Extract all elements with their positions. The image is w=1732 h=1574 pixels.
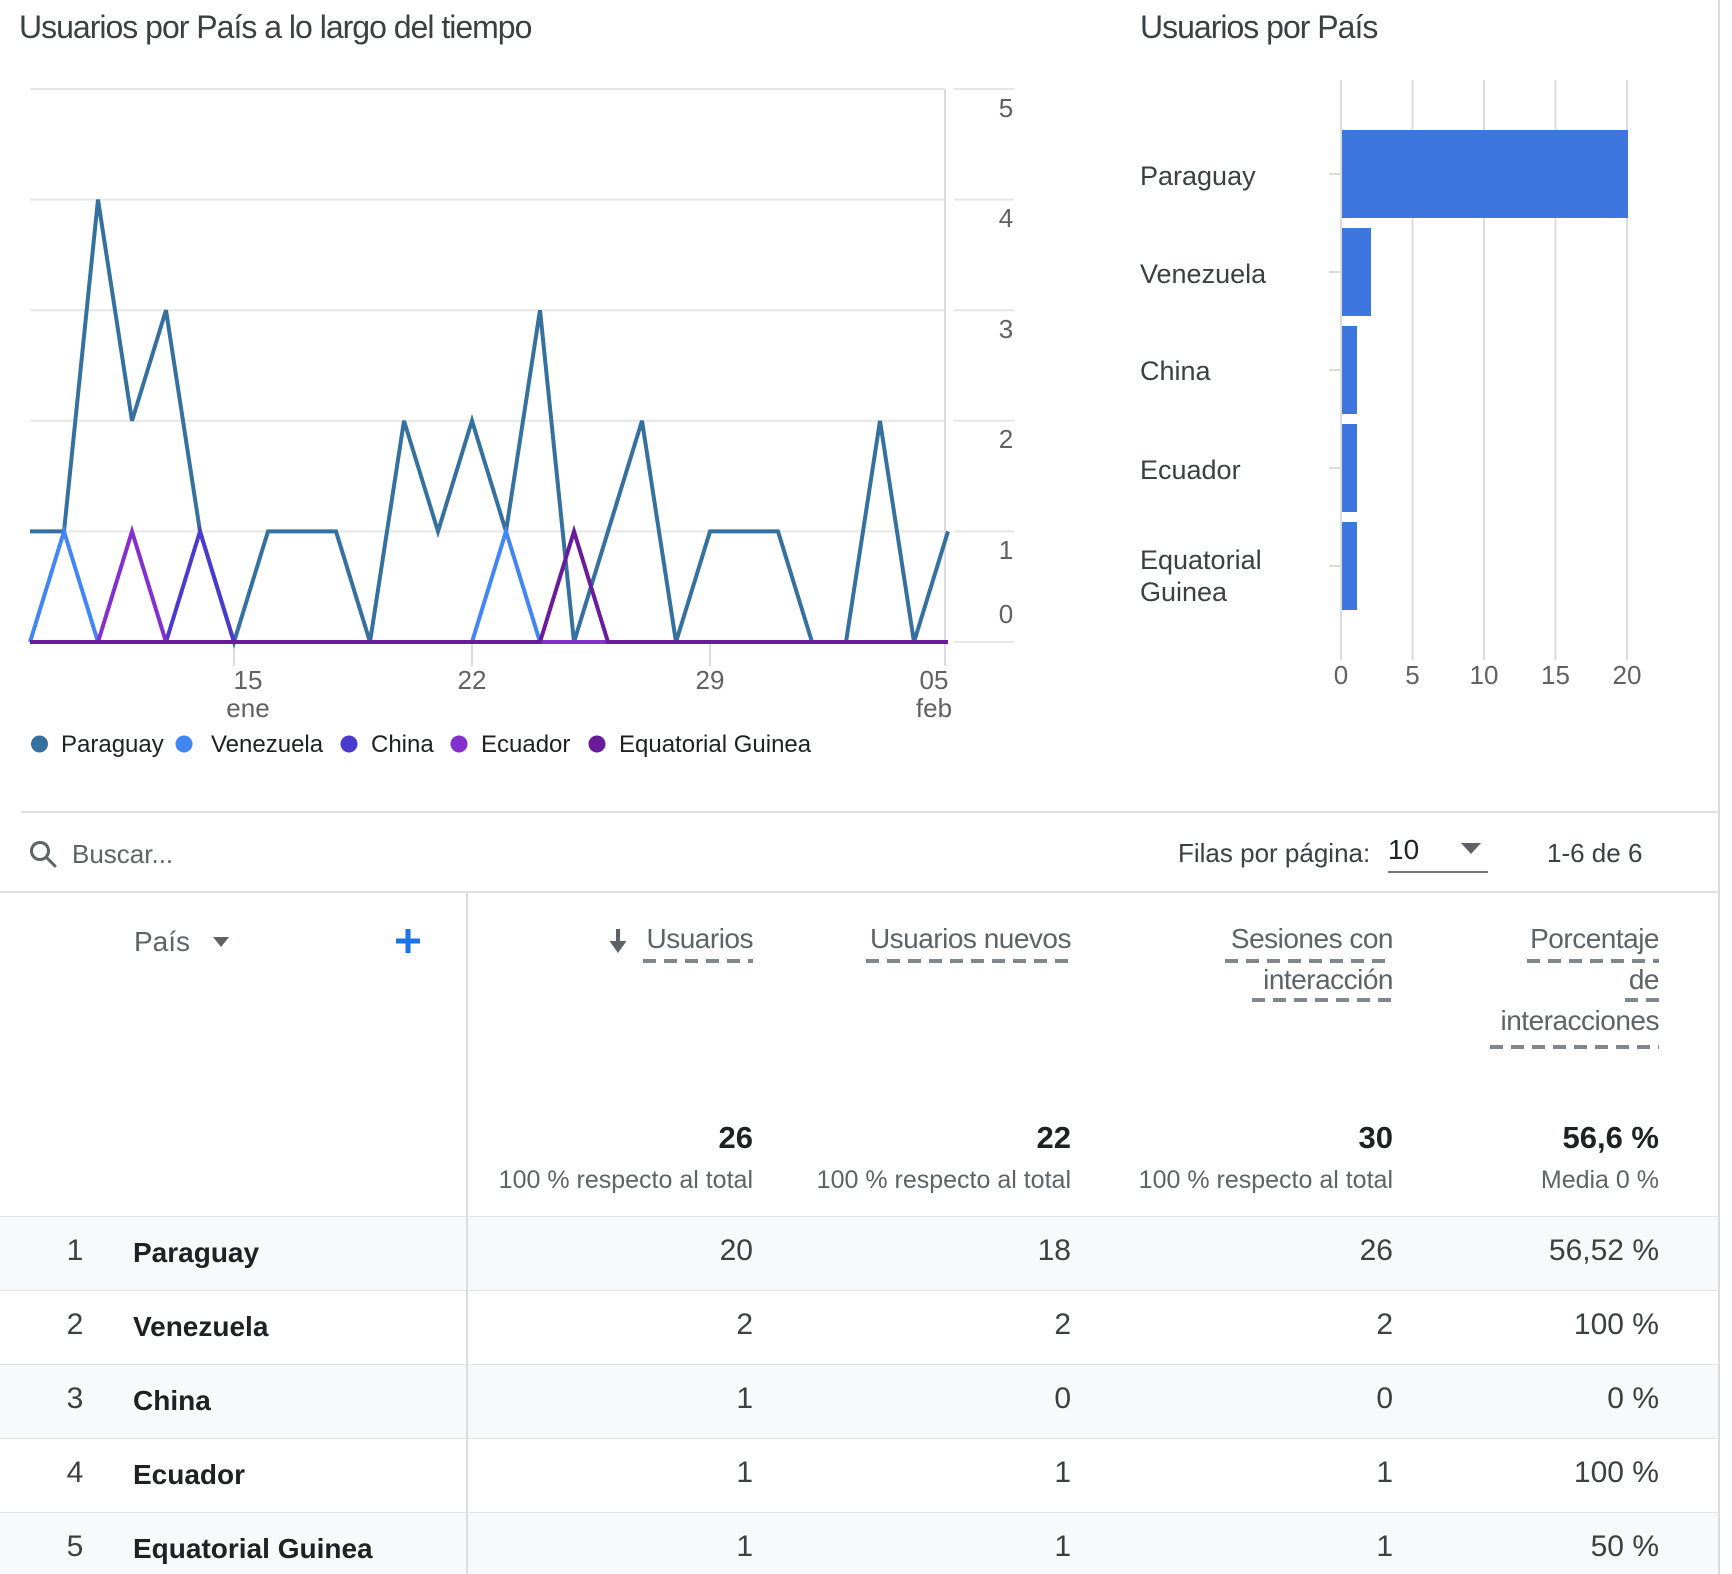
svg-text:Ecuador: Ecuador (481, 731, 570, 758)
svg-text:feb: feb (916, 693, 952, 720)
svg-text:0: 0 (1334, 660, 1348, 690)
svg-text:2: 2 (999, 424, 1013, 454)
svg-text:0: 0 (999, 599, 1013, 629)
svg-text:15: 15 (234, 665, 263, 695)
svg-text:29: 29 (696, 665, 725, 695)
svg-text:Ecuador: Ecuador (1140, 455, 1241, 485)
svg-text:05: 05 (920, 665, 949, 695)
svg-text:15: 15 (1541, 660, 1570, 690)
svg-text:ene: ene (226, 693, 269, 720)
svg-text:5: 5 (1405, 660, 1419, 690)
svg-text:22: 22 (458, 665, 487, 695)
svg-text:5: 5 (999, 93, 1013, 123)
svg-text:Paraguay: Paraguay (61, 731, 164, 758)
svg-text:10: 10 (1470, 660, 1499, 690)
svg-text:China: China (371, 731, 434, 758)
svg-text:20: 20 (1613, 660, 1642, 690)
svg-text:China: China (1140, 356, 1212, 386)
svg-text:Guinea: Guinea (1140, 577, 1228, 607)
svg-text:Paraguay: Paraguay (1140, 161, 1256, 191)
svg-text:Equatorial Guinea: Equatorial Guinea (619, 731, 812, 758)
svg-text:Venezuela: Venezuela (211, 731, 324, 758)
svg-text:Venezuela: Venezuela (1140, 259, 1267, 289)
svg-text:3: 3 (999, 314, 1013, 344)
svg-text:Equatorial: Equatorial (1140, 545, 1262, 575)
svg-text:4: 4 (999, 203, 1013, 233)
svg-text:1: 1 (999, 535, 1013, 565)
